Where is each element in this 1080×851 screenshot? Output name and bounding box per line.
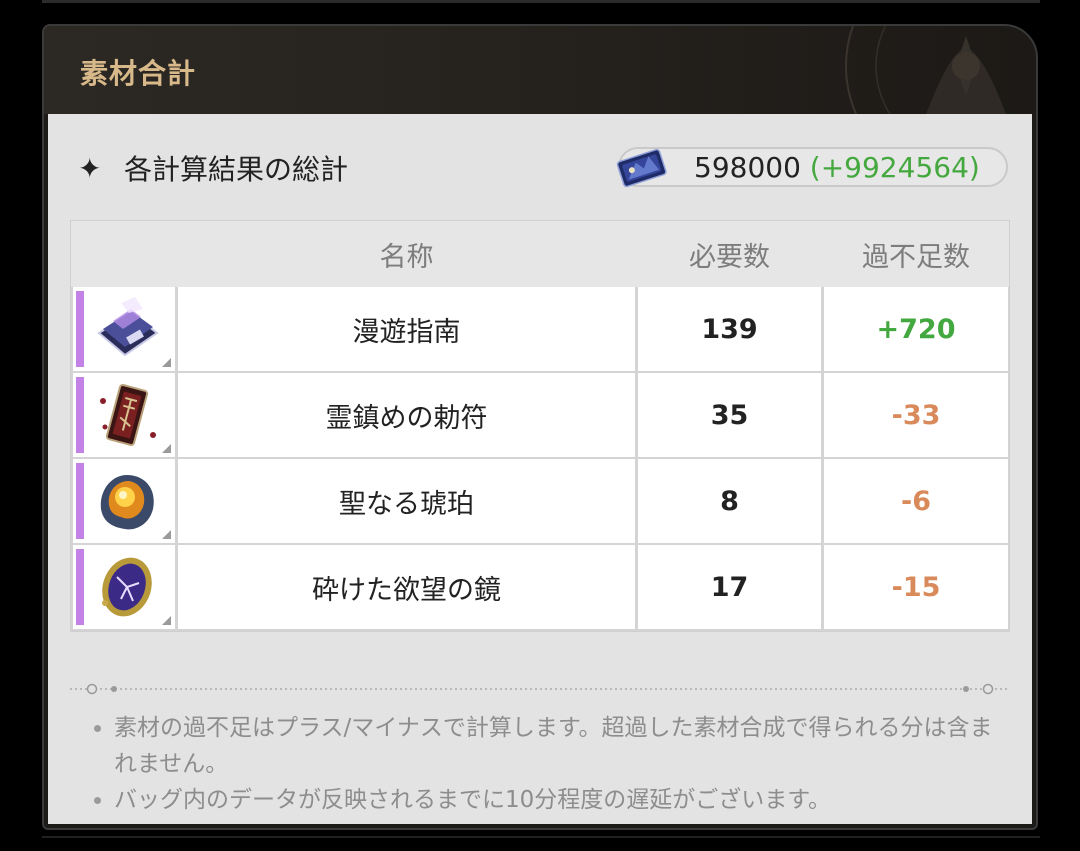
panel-header: 素材合計 [44,26,1036,114]
header-name: 名称 [379,242,434,273]
item-name: 聖なる琥珀 [178,459,635,543]
materials-table: 名称 必要数 過不足数 漫遊指南 139 +720 霊鎮めの勅符 35 -33 … [70,220,1010,632]
rarity-bar [76,291,84,367]
panel-title: 素材合計 [80,57,197,90]
item-icon-cell[interactable] [73,459,175,543]
summary-heading: ✦ 各計算結果の総計 [78,148,348,188]
item-name: 砕けた欲望の鏡 [178,545,635,629]
item-diff: +720 [824,287,1008,371]
item-required: 139 [638,287,821,371]
item-icon-cell[interactable] [73,373,175,457]
item-required: 35 [638,373,821,457]
currency-total: 598000 (+9924564) [616,147,1008,188]
item-diff: -6 [824,459,1008,543]
note-item: バッグ内のデータが反映されるまでに10分程度の遅延がございます。 [84,782,1004,818]
holy-amber-icon [100,475,154,530]
summary-title: 各計算結果の総計 [124,153,349,186]
bottom-divider [42,836,1040,838]
dotted-divider [70,683,1010,695]
item-diff: -33 [824,373,1008,457]
rarity-bar [76,549,84,625]
table-header: 名称 必要数 過不足数 [71,221,1009,287]
table-row[interactable]: 砕けた欲望の鏡 17 -15 [71,545,1009,629]
top-divider [42,0,1040,3]
currency-surplus: (+9924564) [809,151,980,184]
item-name: 霊鎮めの勅符 [178,373,635,457]
table-row[interactable]: 霊鎮めの勅符 35 -33 [71,373,1009,457]
corner-mark [162,444,171,453]
header-ornament-icon [845,26,1006,114]
item-name: 漫遊指南 [178,287,635,371]
header-diff: 過不足数 [862,242,970,273]
spirit-talisman-icon [100,384,156,446]
travel-guide-book-icon [97,297,159,357]
card-ticket-icon [616,148,667,188]
currency-amount: 598000 (+9924564) [694,151,980,184]
rarity-bar [76,377,84,453]
corner-mark [162,530,171,539]
item-diff: -15 [824,545,1008,629]
material-total-panel: 素材合計 ✦ 各計算結果の総計 598000 (+9924564) 名称 必要数 [42,24,1038,830]
table-row[interactable]: 聖なる琥珀 8 -6 [71,459,1009,543]
broken-mirror-icon [102,557,152,617]
rarity-bar [76,463,84,539]
corner-mark [162,358,171,367]
corner-mark [162,616,171,625]
header-required: 必要数 [689,242,770,273]
notes-list: 素材の過不足はプラス/マイナスで計算します。超過した素材合成で得られる分は含まれ… [84,710,1004,818]
panel-body: ✦ 各計算結果の総計 598000 (+9924564) 名称 必要数 過不足数 [48,114,1032,824]
note-item: 素材の過不足はプラス/マイナスで計算します。超過した素材合成で得られる分は含まれ… [84,710,1004,782]
item-icon-cell[interactable] [73,287,175,371]
sparkle-icon: ✦ [78,151,102,185]
table-row[interactable]: 漫遊指南 139 +720 [71,287,1009,371]
currency-value: 598000 [694,151,801,184]
item-required: 8 [638,459,821,543]
item-icon-cell[interactable] [73,545,175,629]
item-required: 17 [638,545,821,629]
